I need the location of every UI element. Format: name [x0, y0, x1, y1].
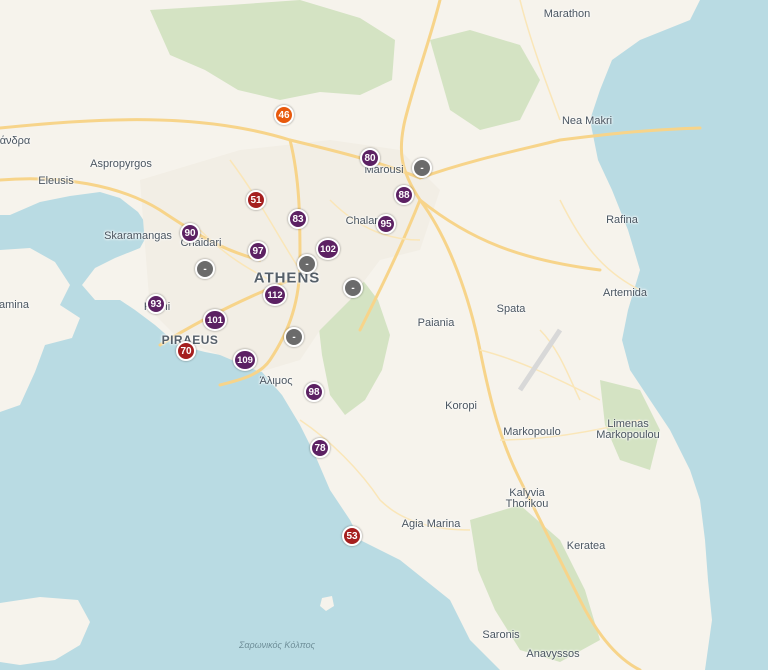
aqi-station-marker[interactable]: 98	[304, 382, 324, 402]
aqi-station-marker[interactable]: -	[297, 254, 317, 274]
aqi-station-marker[interactable]: 51	[246, 190, 266, 210]
aqi-station-marker[interactable]: 70	[176, 341, 196, 361]
aqi-station-marker[interactable]: 83	[288, 209, 308, 229]
place-label-artemida: Artemida	[602, 287, 648, 299]
aqi-station-marker[interactable]: 46	[274, 105, 294, 125]
place-label-marathon: Marathon	[543, 8, 591, 20]
aqi-station-marker[interactable]: 102	[316, 238, 340, 260]
aqi-station-marker[interactable]: 78	[310, 438, 330, 458]
place-label-alimos: Άλιμος	[259, 375, 293, 387]
place-label-andra: άνδρα	[0, 135, 31, 147]
aqi-station-marker[interactable]: 95	[376, 214, 396, 234]
place-label-agia-marina: Agia Marina	[401, 518, 461, 530]
aqi-station-marker[interactable]: -	[343, 278, 363, 298]
aqi-station-marker[interactable]: 93	[146, 294, 166, 314]
place-label-aspropyrgos: Aspropyrgos	[90, 158, 152, 170]
place-label-keratea: Keratea	[566, 540, 606, 552]
place-label-limenas-markopoulou-2: Markopoulou	[596, 429, 660, 441]
place-label-spata: Spata	[496, 303, 526, 315]
aqi-station-marker[interactable]: 112	[263, 284, 287, 306]
place-label-skaramangas: Skaramangas	[104, 230, 172, 242]
place-label-nea-makri: Nea Makri	[561, 115, 613, 127]
place-label-markopoulo: Markopoulo	[503, 426, 561, 438]
aqi-station-marker[interactable]: 88	[394, 185, 414, 205]
aqi-station-marker[interactable]: 97	[248, 241, 268, 261]
aqi-station-marker[interactable]: 53	[342, 526, 362, 546]
place-label-salamina: amina	[0, 299, 29, 311]
aqi-station-marker[interactable]: -	[195, 259, 215, 279]
place-label-kalyvia-2: Thorikou	[505, 498, 549, 510]
place-label-paiania: Paiania	[417, 317, 455, 329]
aqi-station-marker[interactable]: 101	[203, 309, 227, 331]
place-label-rafina: Rafina	[606, 214, 638, 226]
place-label-koropi: Koropi	[445, 400, 477, 412]
map-canvas[interactable]: Marathon Nea Makri άνδρα Aspropyrgos Ele…	[0, 0, 768, 670]
aqi-station-marker[interactable]: 90	[180, 223, 200, 243]
place-label-eleusis: Eleusis	[38, 175, 74, 187]
aqi-station-marker[interactable]: -	[412, 158, 432, 178]
place-label-anavyssos: Anavyssos	[526, 648, 580, 660]
aqi-station-marker[interactable]: 80	[360, 148, 380, 168]
aqi-station-marker[interactable]: -	[284, 327, 304, 347]
aqi-station-marker[interactable]: 109	[233, 349, 257, 371]
basemap	[0, 0, 768, 670]
water-label-saronic-gulf: Σαρωνικός Κόλπος	[238, 640, 316, 650]
place-label-saronis: Saronis	[482, 629, 520, 641]
